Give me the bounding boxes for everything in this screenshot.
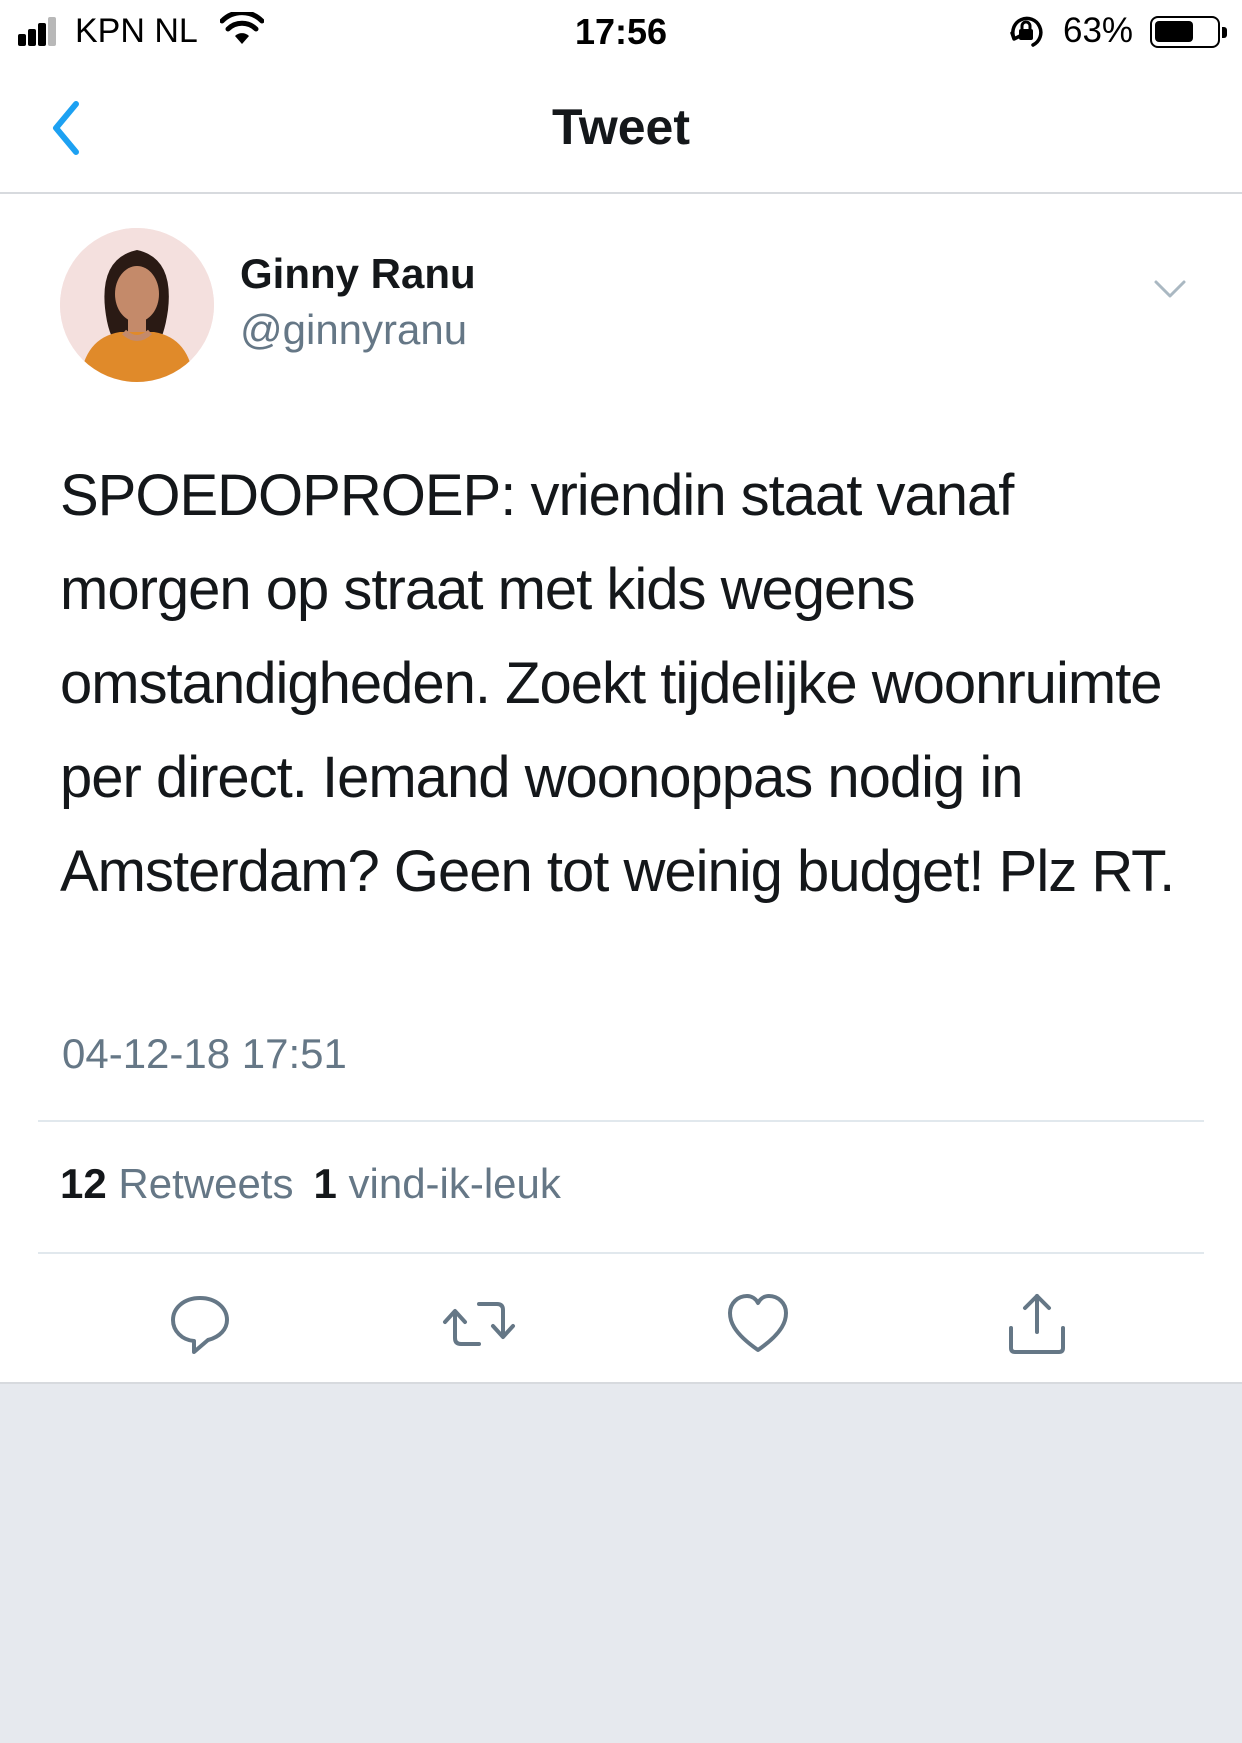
avatar[interactable] [60, 228, 214, 382]
tweet-stats: 12 Retweets 1 vind-ik-leuk [60, 1160, 561, 1208]
like-button[interactable] [718, 1284, 798, 1364]
battery-percent: 63% [1063, 11, 1134, 50]
retweet-count: 12 [60, 1160, 107, 1207]
like-count: 1 [313, 1160, 337, 1207]
nav-bar: Tweet [0, 64, 1242, 194]
status-bar: KPN NL 17:56 63% [0, 0, 1242, 64]
share-icon [1009, 1294, 1065, 1354]
share-button[interactable] [997, 1284, 1077, 1364]
author-name[interactable]: Ginny Ranu [240, 250, 476, 298]
divider [38, 1120, 1204, 1122]
page-title: Tweet [552, 99, 690, 155]
orientation-lock-icon [1007, 13, 1045, 56]
like-label: vind-ik-leuk [348, 1160, 561, 1207]
reply-icon [171, 1296, 229, 1354]
retweet-icon [443, 1302, 515, 1346]
author-handle[interactable]: @ginnyranu [240, 306, 467, 354]
chevron-down-icon [1154, 280, 1186, 298]
more-options-button[interactable] [1150, 274, 1190, 304]
status-time: 17:56 [574, 11, 668, 52]
tweet-timestamp[interactable]: 04-12-18 17:51 [62, 1030, 347, 1078]
retweet-button[interactable] [439, 1284, 519, 1364]
tweet-text: SPOEDOPROEP: vriendin staat vanaf morgen… [60, 463, 1175, 904]
retweet-label: Retweets [118, 1160, 294, 1207]
likes-stat[interactable]: 1 vind-ik-leuk [313, 1160, 560, 1207]
divider [38, 1252, 1204, 1254]
tweet-detail-screen: KPN NL 17:56 63% Tweet Ginny Ranu @ginny… [0, 0, 1242, 1743]
tweet-actions [0, 1284, 1242, 1364]
retweets-stat[interactable]: 12 Retweets [60, 1160, 293, 1207]
tweet-card: Ginny Ranu @ginnyranu SPOEDOPROEP: vrien… [0, 194, 1242, 1384]
battery-icon [1150, 16, 1227, 48]
like-icon [728, 1294, 788, 1352]
reply-button[interactable] [160, 1284, 240, 1364]
empty-background [0, 1384, 1242, 1743]
